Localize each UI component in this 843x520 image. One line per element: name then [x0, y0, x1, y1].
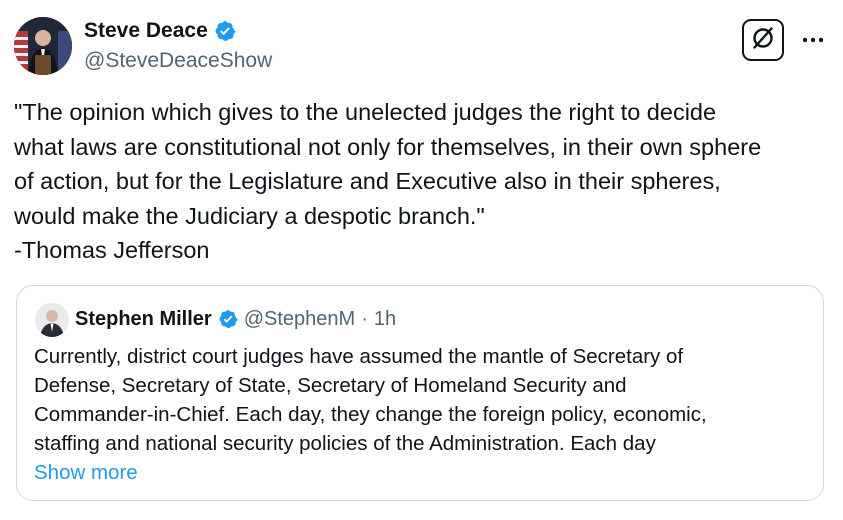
- verified-badge-icon: [214, 20, 236, 42]
- author-name-row[interactable]: Steve Deace: [84, 18, 236, 44]
- show-more-link[interactable]: Show more: [34, 458, 138, 487]
- author-name[interactable]: Steve Deace: [84, 18, 208, 44]
- quote-verified-badge-icon: [218, 309, 238, 329]
- quote-timestamp[interactable]: 1h: [374, 306, 396, 332]
- grok-button[interactable]: [742, 19, 784, 61]
- quote-author-handle[interactable]: @StephenM: [244, 306, 355, 332]
- quote-text: Currently, district court judges have as…: [34, 345, 707, 455]
- quote-author-avatar[interactable]: [35, 303, 69, 337]
- more-options-button[interactable]: [796, 26, 830, 52]
- author-handle[interactable]: @SteveDeaceShow: [84, 48, 272, 74]
- quote-header: Stephen Miller @StephenM · 1h: [75, 306, 396, 332]
- quote-meta-separator: ·: [361, 308, 368, 330]
- author-avatar[interactable]: [14, 17, 72, 75]
- quoted-tweet-card[interactable]: Stephen Miller @StephenM · 1h Currently,…: [16, 285, 824, 501]
- tweet-text: "The opinion which gives to the unelecte…: [14, 99, 762, 263]
- grok-icon: [750, 25, 776, 56]
- more-dots-icon: [802, 30, 824, 48]
- quote-meta: @StephenM · 1h: [244, 306, 396, 332]
- quote-author-name[interactable]: Stephen Miller: [75, 306, 212, 332]
